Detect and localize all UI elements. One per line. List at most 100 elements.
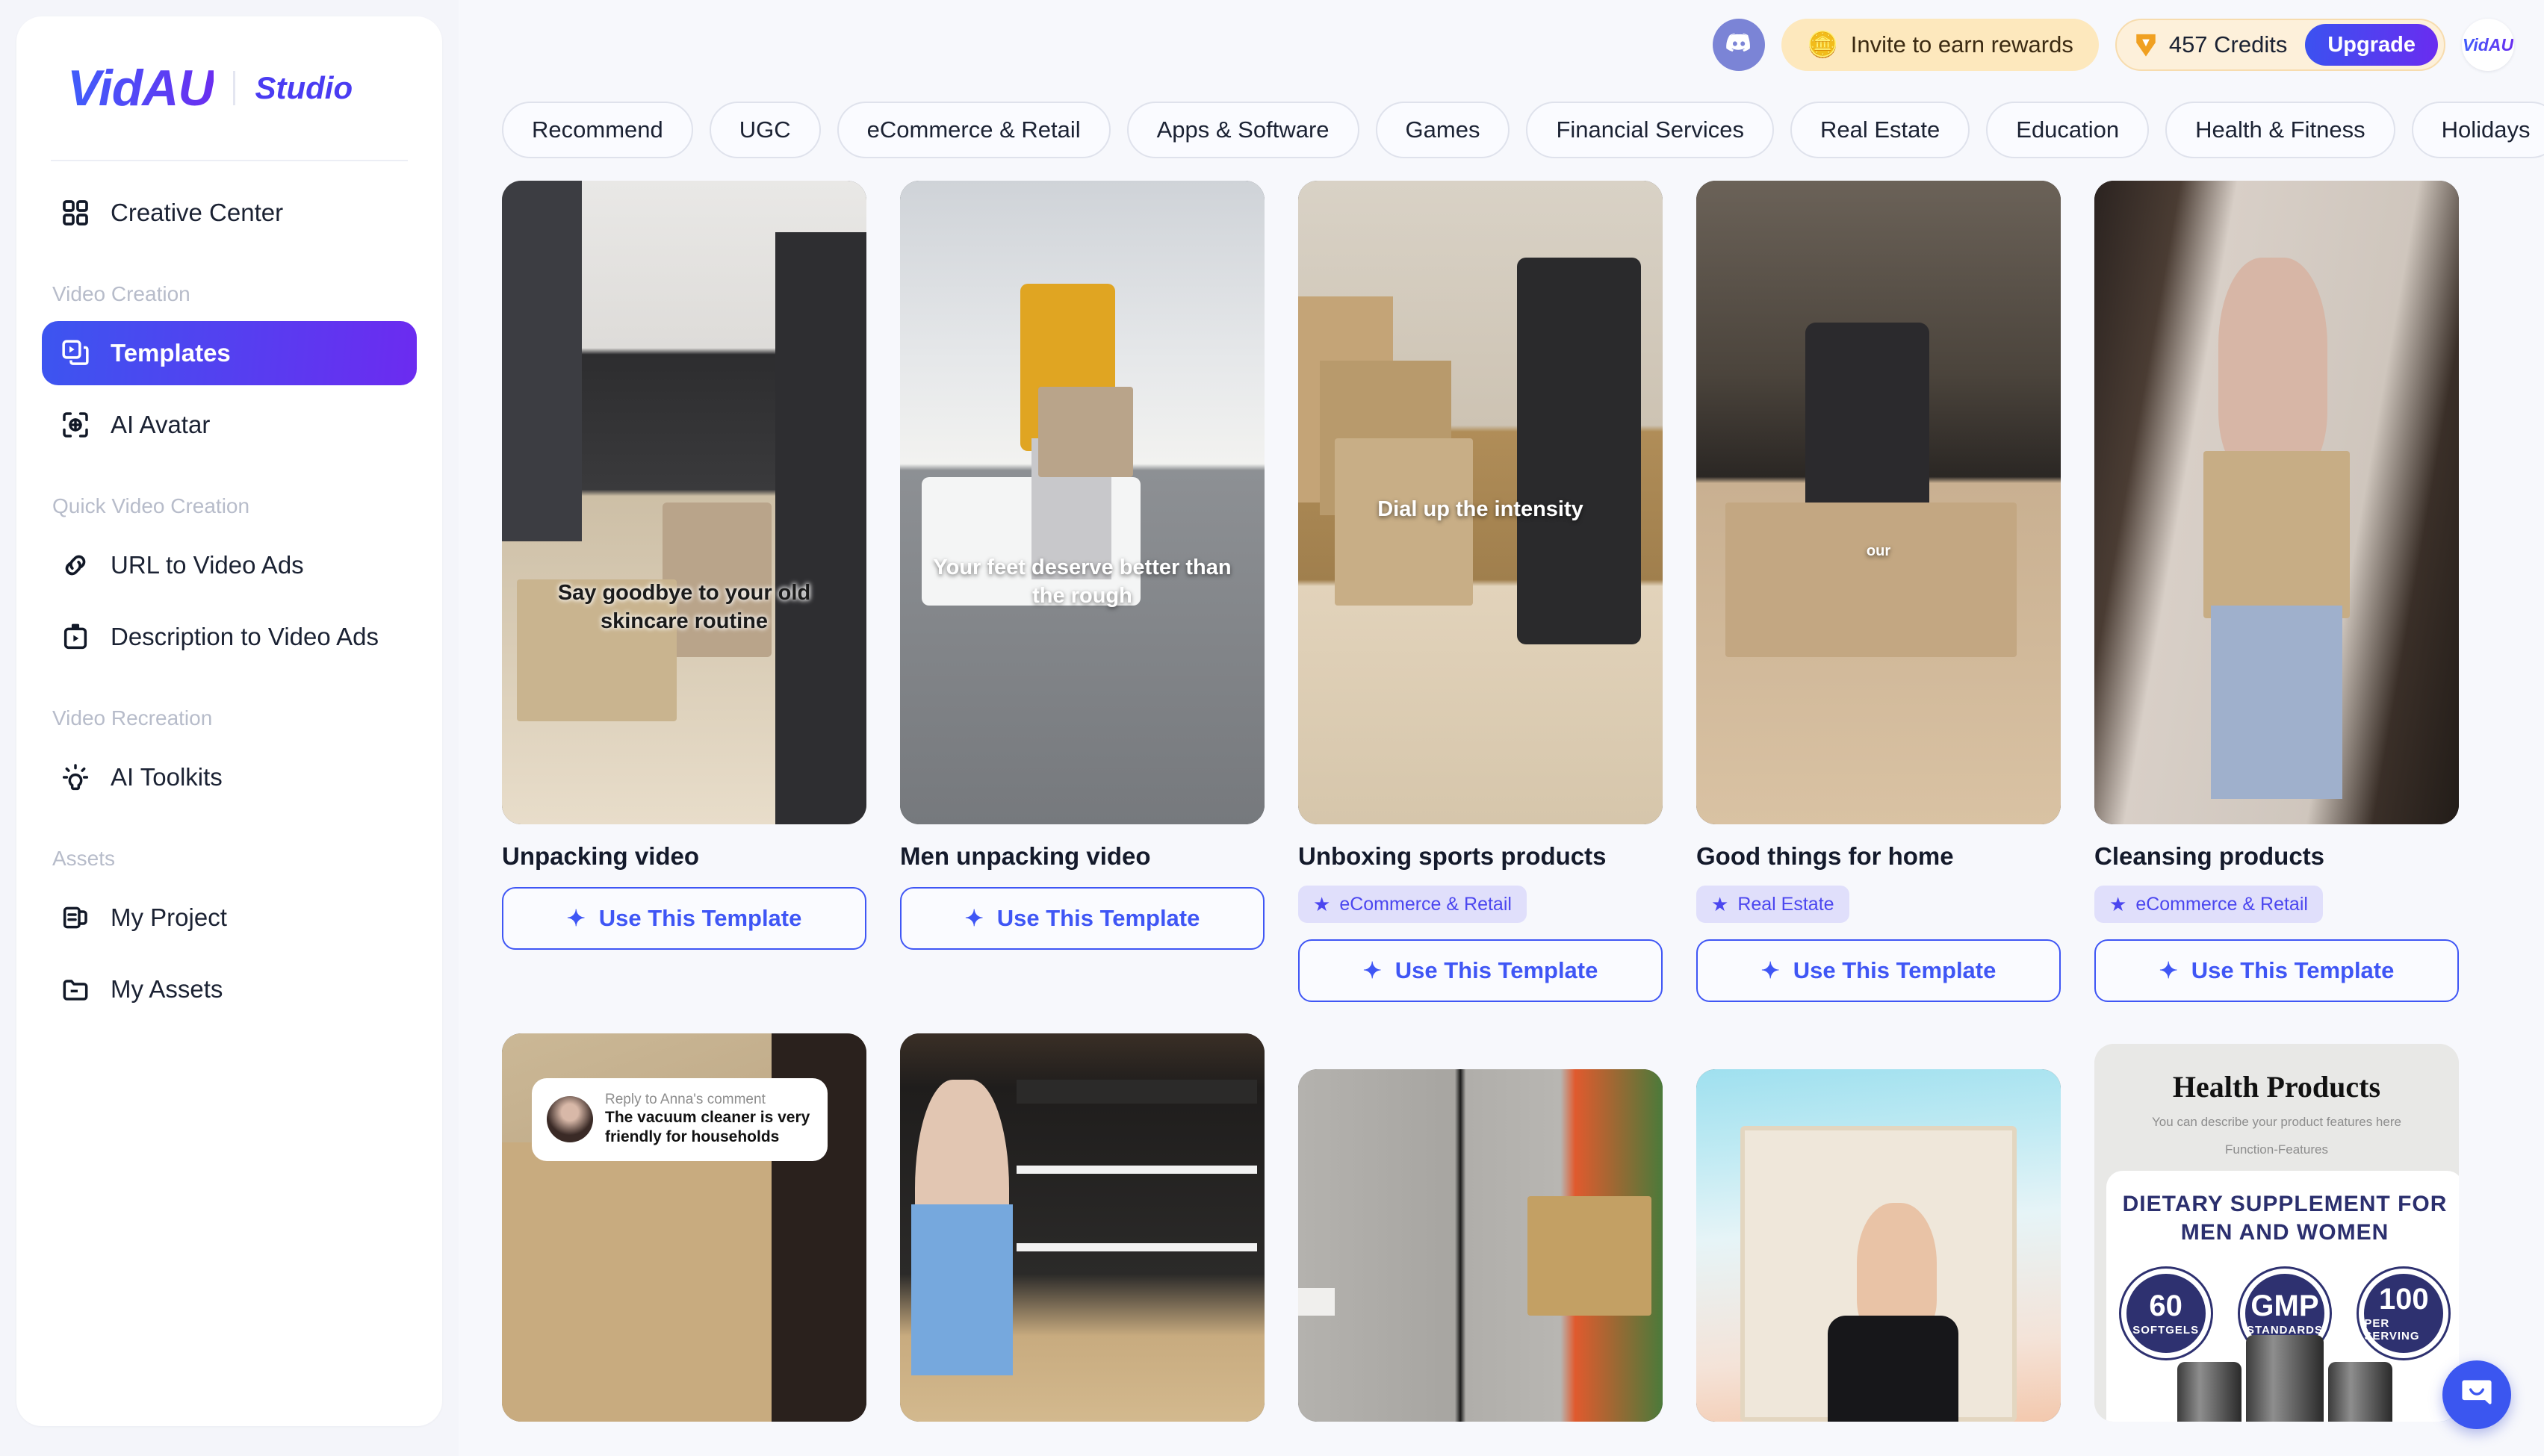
category-chip-education[interactable]: Education [1986, 102, 2150, 158]
sidebar-item-ai-avatar[interactable]: AI Avatar [42, 393, 417, 457]
use-this-template-button[interactable]: ✦ Use This Template [2094, 939, 2459, 1002]
brand-logo: VidAU [67, 60, 214, 116]
category-chip-apps-software[interactable]: Apps & Software [1126, 102, 1359, 158]
sidebar-item-label: URL to Video Ads [111, 551, 304, 579]
poster-headline: DIETARY SUPPLEMENT FOR MEN AND WOMEN [2122, 1192, 2448, 1245]
link-icon [60, 550, 91, 581]
upgrade-button[interactable]: Upgrade [2305, 24, 2438, 66]
use-this-template-label: Use This Template [996, 905, 1200, 931]
sidebar-group-assets: Assets [52, 847, 116, 870]
description-icon [60, 621, 91, 653]
sidebar-item-my-assets[interactable]: My Assets [42, 957, 417, 1021]
thumbnail-caption: Say goodbye to your old skincare routine [557, 581, 811, 634]
poster-subline-1: You can describe your product features h… [2152, 1115, 2401, 1129]
use-this-template-label: Use This Template [1793, 957, 1997, 983]
template-title: Men unpacking video [900, 842, 1151, 870]
sidebar-item-my-project[interactable]: My Project [42, 886, 417, 950]
category-chip-financial-services[interactable]: Financial Services [1526, 102, 1774, 158]
sidebar-item-label: My Project [111, 903, 227, 931]
badge-label: STANDARDS [2246, 1323, 2324, 1337]
template-thumbnail[interactable]: Dial up the intensity [1298, 181, 1663, 824]
sidebar-item-label: Creative Center [111, 199, 284, 226]
comment-overlay: Reply to Anna's comment The vacuum clean… [532, 1078, 828, 1161]
main-content: 🪙 Invite to earn rewards 457 Credits Upg… [459, 0, 2544, 1456]
bottle-right [2328, 1362, 2392, 1422]
use-this-template-button[interactable]: ✦ Use This Template [502, 887, 866, 950]
star-icon: ★ [1313, 892, 1331, 915]
badge-value: GMP [2250, 1289, 2319, 1322]
sidebar-item-templates[interactable]: Templates [42, 321, 417, 385]
template-thumbnail[interactable] [1298, 1069, 1663, 1422]
sidebar: VidAU Studio Creative Center Video Creat… [0, 0, 459, 1456]
template-thumbnail[interactable]: Say goodbye to your old skincare routine [502, 181, 866, 824]
sidebar-group-video-recreation: Video Recreation [52, 706, 213, 729]
thumbnail-caption: our [1866, 542, 1891, 559]
sparkle-icon: ✦ [1362, 958, 1382, 983]
comment-reply-to: Reply to Anna's comment [605, 1092, 766, 1107]
template-card: Cleansing products ★ eCommerce & Retail … [2094, 181, 2459, 1002]
lightbulb-icon [60, 762, 91, 793]
use-this-template-label: Use This Template [1394, 957, 1598, 983]
comment-body: The vacuum cleaner is very friendly for … [605, 1109, 810, 1146]
sparkle-icon: ✦ [566, 906, 586, 931]
template-thumbnail[interactable] [2094, 181, 2459, 824]
badge-label: SOFTGELS [2132, 1323, 2200, 1337]
badge-value: 60 [2149, 1289, 2182, 1322]
category-chip-games[interactable]: Games [1375, 102, 1510, 158]
use-this-template-button[interactable]: ✦ Use This Template [1298, 939, 1663, 1002]
category-chip-ugc[interactable]: UGC [709, 102, 821, 158]
credit-diamond-icon [2133, 31, 2159, 59]
avatar-label: VidAU [2462, 34, 2514, 55]
bottle-center [2246, 1335, 2324, 1422]
template-thumbnail[interactable]: our [1696, 181, 2061, 824]
discord-icon [1724, 28, 1754, 62]
credits-label: 457 Credits [2168, 31, 2288, 57]
templates-icon [60, 337, 91, 369]
coins-icon: 🪙 [1807, 31, 1839, 59]
chat-bubble-icon [2458, 1375, 2495, 1416]
sparkle-icon: ✦ [964, 906, 984, 931]
category-chip-recommend[interactable]: Recommend [502, 102, 693, 158]
template-card [900, 1033, 1265, 1422]
sidebar-item-creative-center[interactable]: Creative Center [42, 181, 417, 245]
template-thumbnail[interactable] [900, 1033, 1265, 1422]
sidebar-item-description-to-video-ads[interactable]: Description to Video Ads [42, 605, 417, 669]
thumbnail-caption: Dial up the intensity [1377, 497, 1583, 522]
credits-pill[interactable]: 457 Credits Upgrade [2115, 19, 2445, 71]
category-chip-holidays[interactable]: Holidays [2411, 102, 2544, 158]
sidebar-group-quick-video-creation: Quick Video Creation [52, 494, 250, 517]
use-this-template-button[interactable]: ✦ Use This Template [1696, 939, 2061, 1002]
invite-to-earn-rewards-button[interactable]: 🪙 Invite to earn rewards [1781, 19, 2099, 71]
template-card: Your feet deserve better than the rough … [900, 181, 1265, 1002]
brand-divider [233, 71, 236, 105]
template-title: Unpacking video [502, 842, 700, 870]
sidebar-panel: VidAU Studio Creative Center Video Creat… [16, 16, 442, 1426]
template-tag-label: eCommerce & Retail [2135, 893, 2308, 915]
template-thumbnail[interactable]: Reply to Anna's comment The vacuum clean… [502, 1033, 866, 1422]
brand[interactable]: VidAU Studio [42, 16, 417, 160]
avatar[interactable]: VidAU [2462, 19, 2514, 71]
sidebar-divider [51, 160, 408, 161]
template-tag-label: eCommerce & Retail [1339, 893, 1512, 915]
template-thumbnail[interactable]: Your feet deserve better than the rough [900, 181, 1265, 824]
template-title: Good things for home [1696, 842, 1954, 870]
invite-label: Invite to earn rewards [1850, 31, 2073, 57]
poster-inner-panel: DIETARY SUPPLEMENT FOR MEN AND WOMEN 60 … [2106, 1171, 2459, 1422]
category-chip-health-fitness[interactable]: Health & Fitness [2165, 102, 2395, 158]
template-thumbnail[interactable] [1696, 1069, 2061, 1422]
thumbnail-caption: Your feet deserve better than the rough [933, 555, 1232, 608]
poster-heading: Health Products [2172, 1070, 2381, 1104]
folder-icon [60, 974, 91, 1005]
template-card: our Good things for home ★ Real Estate ✦… [1696, 181, 2061, 1002]
sparkle-icon: ✦ [2159, 958, 2178, 983]
grid-icon [60, 197, 91, 228]
category-chip-real-estate[interactable]: Real Estate [1790, 102, 1970, 158]
discord-button[interactable] [1713, 19, 1766, 71]
sidebar-item-url-to-video-ads[interactable]: URL to Video Ads [42, 533, 417, 597]
sidebar-item-ai-toolkits[interactable]: AI Toolkits [42, 745, 417, 809]
category-chip-ecommerce-retail[interactable]: eCommerce & Retail [837, 102, 1111, 158]
template-thumbnail[interactable]: Health Products You can describe your pr… [2094, 1044, 2459, 1422]
category-filter-bar: Recommend UGC eCommerce & Retail Apps & … [459, 90, 2544, 158]
chat-support-button[interactable] [2442, 1360, 2511, 1429]
use-this-template-button[interactable]: ✦ Use This Template [900, 887, 1265, 950]
